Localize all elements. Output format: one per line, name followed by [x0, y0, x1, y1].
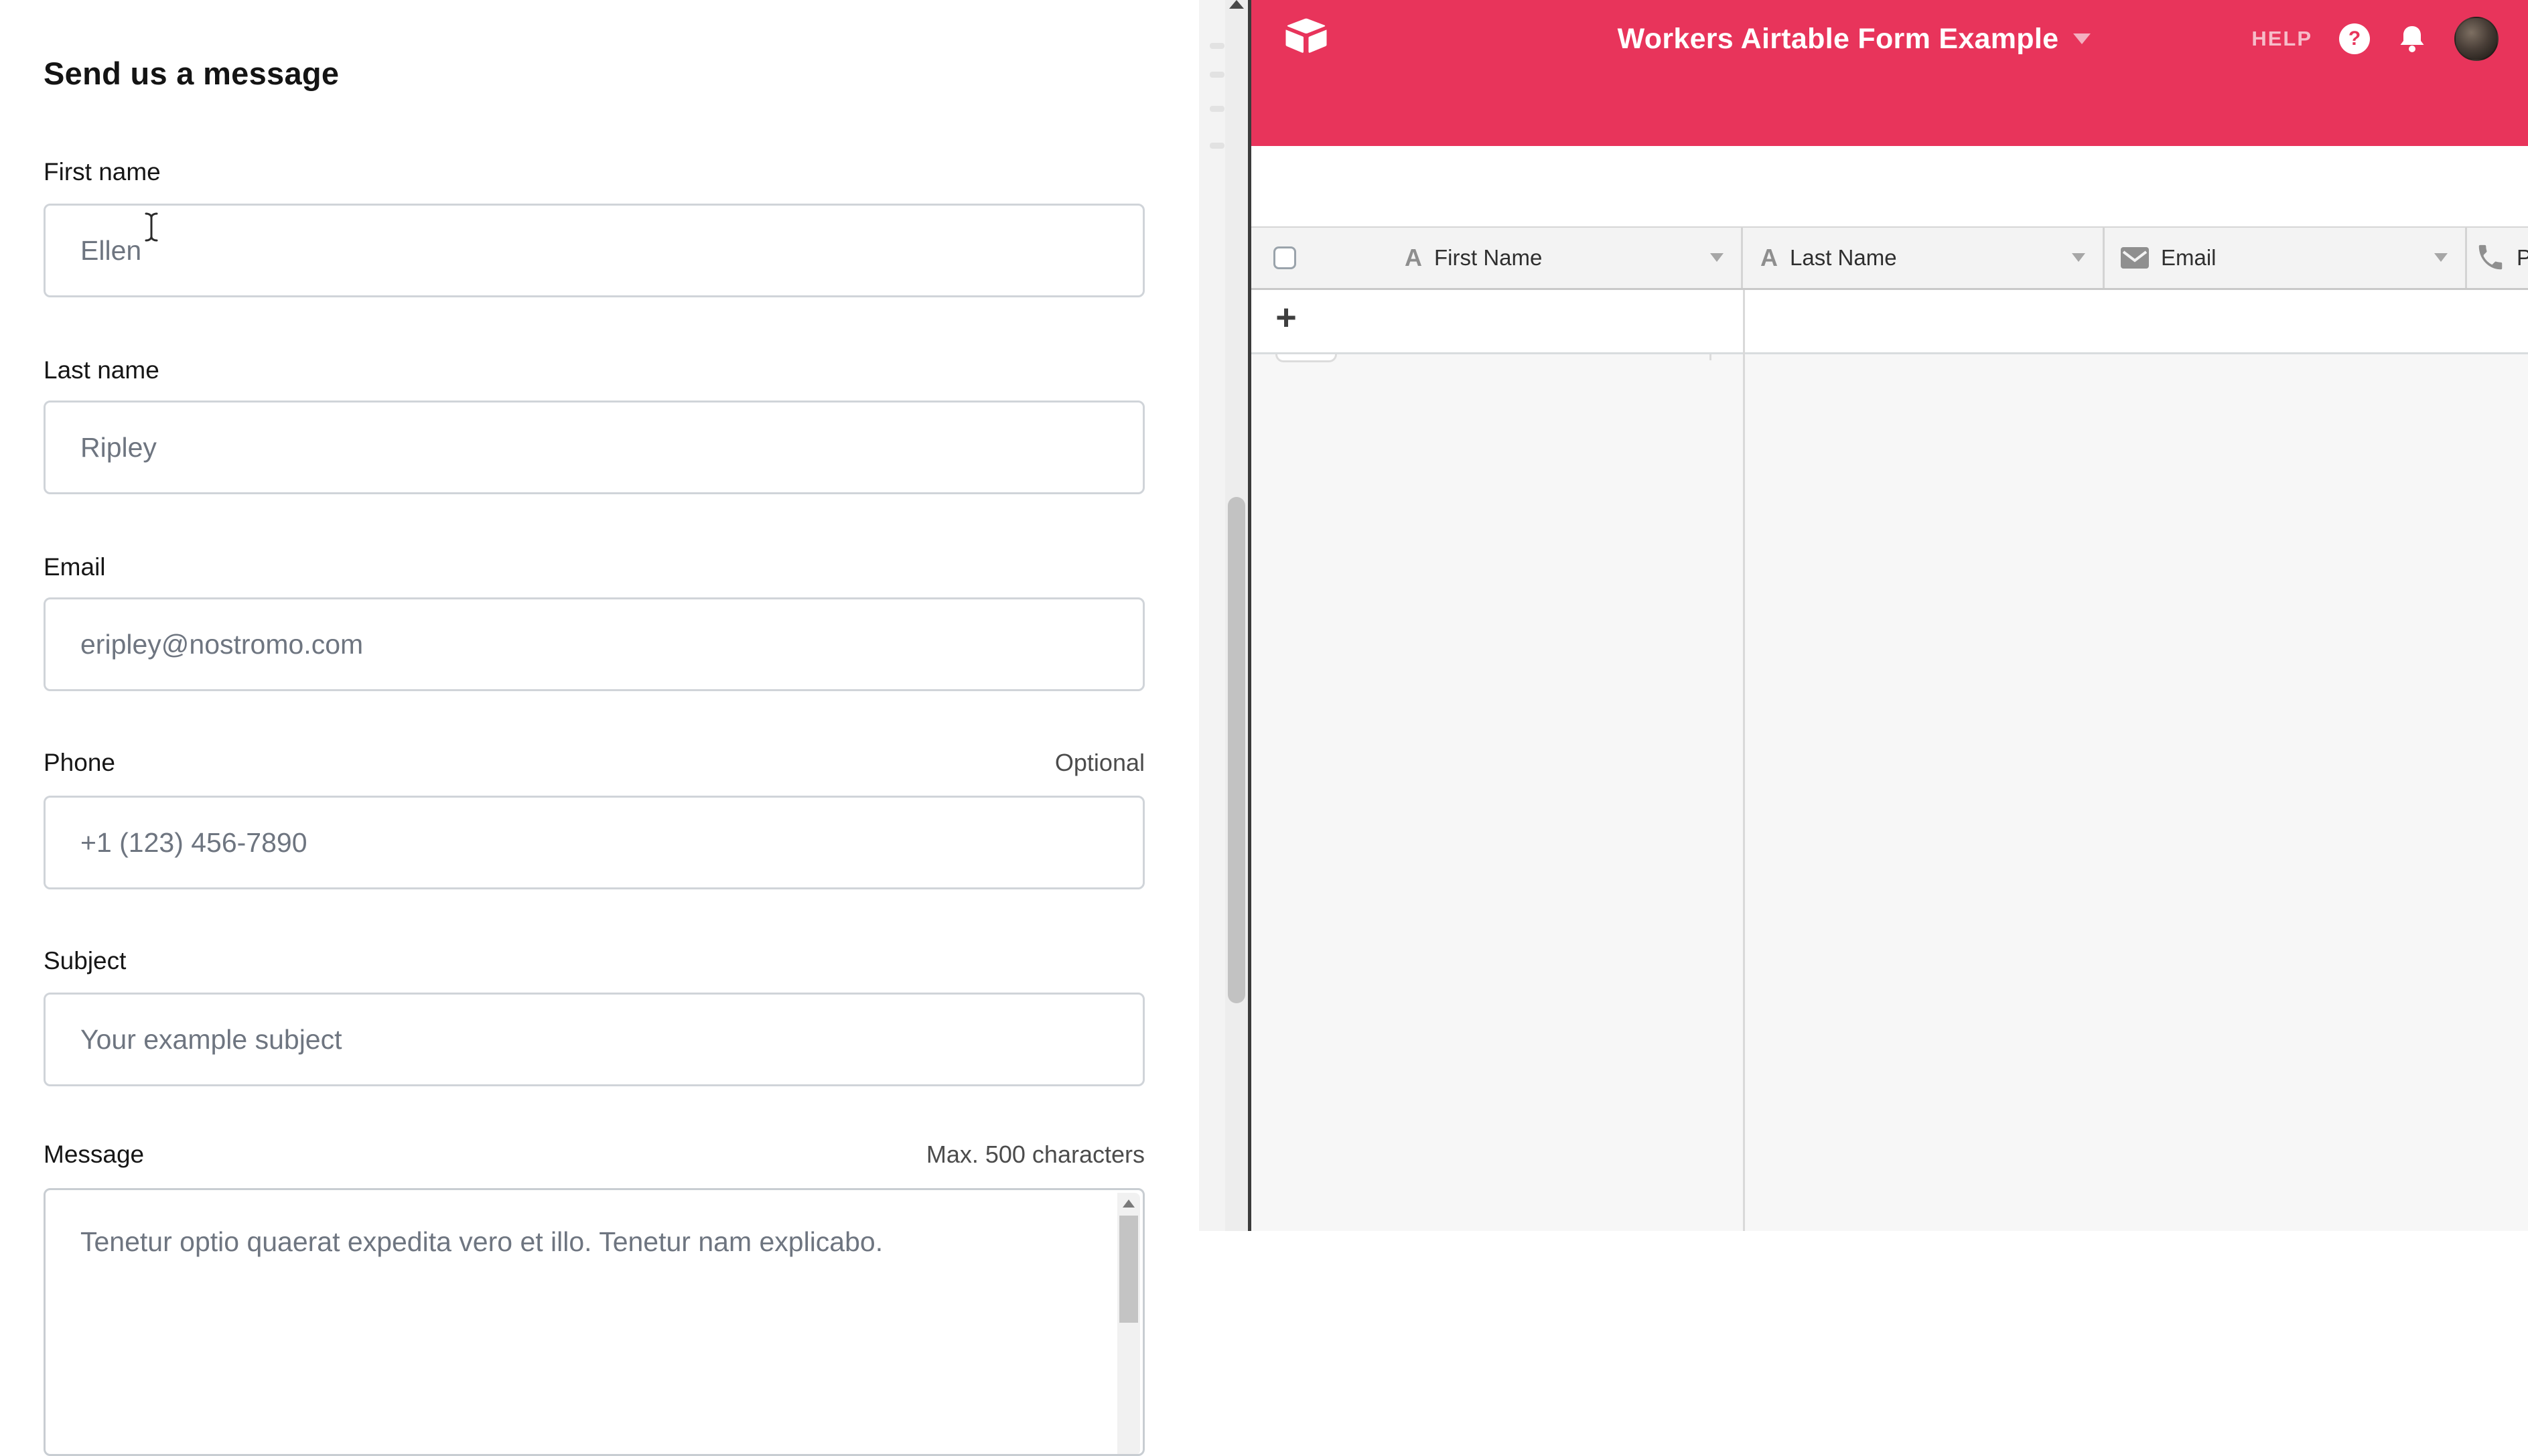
- phone-optional-note: Optional: [1055, 749, 1145, 777]
- email-field: Email: [44, 553, 1145, 581]
- phone-input[interactable]: [44, 796, 1145, 889]
- email-label: Email: [44, 553, 106, 581]
- message-label: Message: [44, 1141, 144, 1169]
- airtable-tabrow: Form Submissions SHARE: [1251, 78, 2528, 146]
- add-row[interactable]: +: [1251, 290, 2528, 354]
- text-cursor-icon: [143, 212, 159, 242]
- form-heading: Send us a message: [44, 55, 339, 92]
- column-header-phone[interactable]: Phone: [2467, 228, 2528, 288]
- view-toolbar: Grid view •••: [1251, 146, 2528, 226]
- message-textarea[interactable]: Tenetur optio quaerat expedita vero et i…: [44, 1188, 1145, 1456]
- page-scroll-thumb[interactable]: [1228, 497, 1245, 1003]
- phone-field-type-icon: [2475, 242, 2506, 273]
- message-maxchars-note: Max. 500 characters: [926, 1141, 1145, 1169]
- column-header-email[interactable]: Email: [2105, 228, 2467, 288]
- last-name-input[interactable]: [44, 401, 1145, 494]
- scroll-up-icon[interactable]: [1123, 1199, 1135, 1208]
- frozen-column-divider: [1743, 290, 1745, 1231]
- subject-input[interactable]: [44, 993, 1145, 1086]
- gutter-dash: [1210, 43, 1224, 49]
- subject-field: Subject: [44, 947, 1145, 975]
- textarea-scrollbar[interactable]: [1117, 1193, 1140, 1455]
- help-question-icon[interactable]: ?: [2339, 23, 2370, 54]
- page-gutter: [1199, 0, 1225, 1231]
- grid-header-row: A First Name A Last Name Email Phone: [1251, 226, 2528, 290]
- user-avatar[interactable]: [2454, 17, 2499, 61]
- column-menu-caret-icon[interactable]: [2434, 253, 2448, 262]
- airtable-topbar: Workers Airtable Form Example HELP ?: [1251, 0, 2528, 78]
- column-menu-caret-icon[interactable]: [1710, 253, 1724, 262]
- text-field-type-icon: A: [1405, 244, 1422, 272]
- message-text: Tenetur optio quaerat expedita vero et i…: [80, 1222, 1052, 1261]
- scrollbar-up-arrow-icon[interactable]: [1229, 0, 1244, 9]
- phone-field: Phone Optional: [44, 749, 1145, 777]
- gutter-dash: [1210, 143, 1224, 149]
- contact-form-pane: Send us a message First name Last name E…: [0, 0, 1199, 1231]
- email-field-type-icon: [2121, 247, 2149, 269]
- column-menu-caret-icon[interactable]: [2072, 253, 2085, 262]
- base-title-group[interactable]: Workers Airtable Form Example: [1492, 0, 2216, 78]
- airtable-window: Workers Airtable Form Example HELP ? For…: [1251, 0, 2528, 1231]
- textarea-scroll-thumb[interactable]: [1119, 1216, 1138, 1323]
- add-row-plus-icon[interactable]: +: [1267, 297, 1305, 338]
- column-header-first-name[interactable]: A First Name: [1251, 228, 1743, 288]
- phone-label: Phone: [44, 749, 115, 777]
- gutter-dash: [1210, 106, 1224, 112]
- email-input[interactable]: [44, 597, 1145, 691]
- gutter-dash: [1210, 72, 1224, 78]
- base-title[interactable]: Workers Airtable Form Example: [1618, 23, 2059, 56]
- column-header-last-name[interactable]: A Last Name: [1743, 228, 2105, 288]
- base-title-caret-icon[interactable]: [2073, 33, 2091, 44]
- message-field: Message Max. 500 characters: [44, 1141, 1145, 1169]
- first-name-label: First name: [44, 158, 161, 186]
- last-name-label: Last name: [44, 356, 159, 384]
- notifications-bell-icon[interactable]: [2397, 24, 2428, 54]
- airtable-logo-icon[interactable]: [1283, 18, 1329, 56]
- first-name-input[interactable]: [44, 204, 1145, 297]
- subject-label: Subject: [44, 947, 126, 975]
- text-field-type-icon: A: [1760, 244, 1778, 272]
- first-name-field: First name: [44, 158, 1145, 186]
- help-button[interactable]: HELP: [2251, 27, 2312, 51]
- last-name-field: Last name: [44, 356, 1145, 384]
